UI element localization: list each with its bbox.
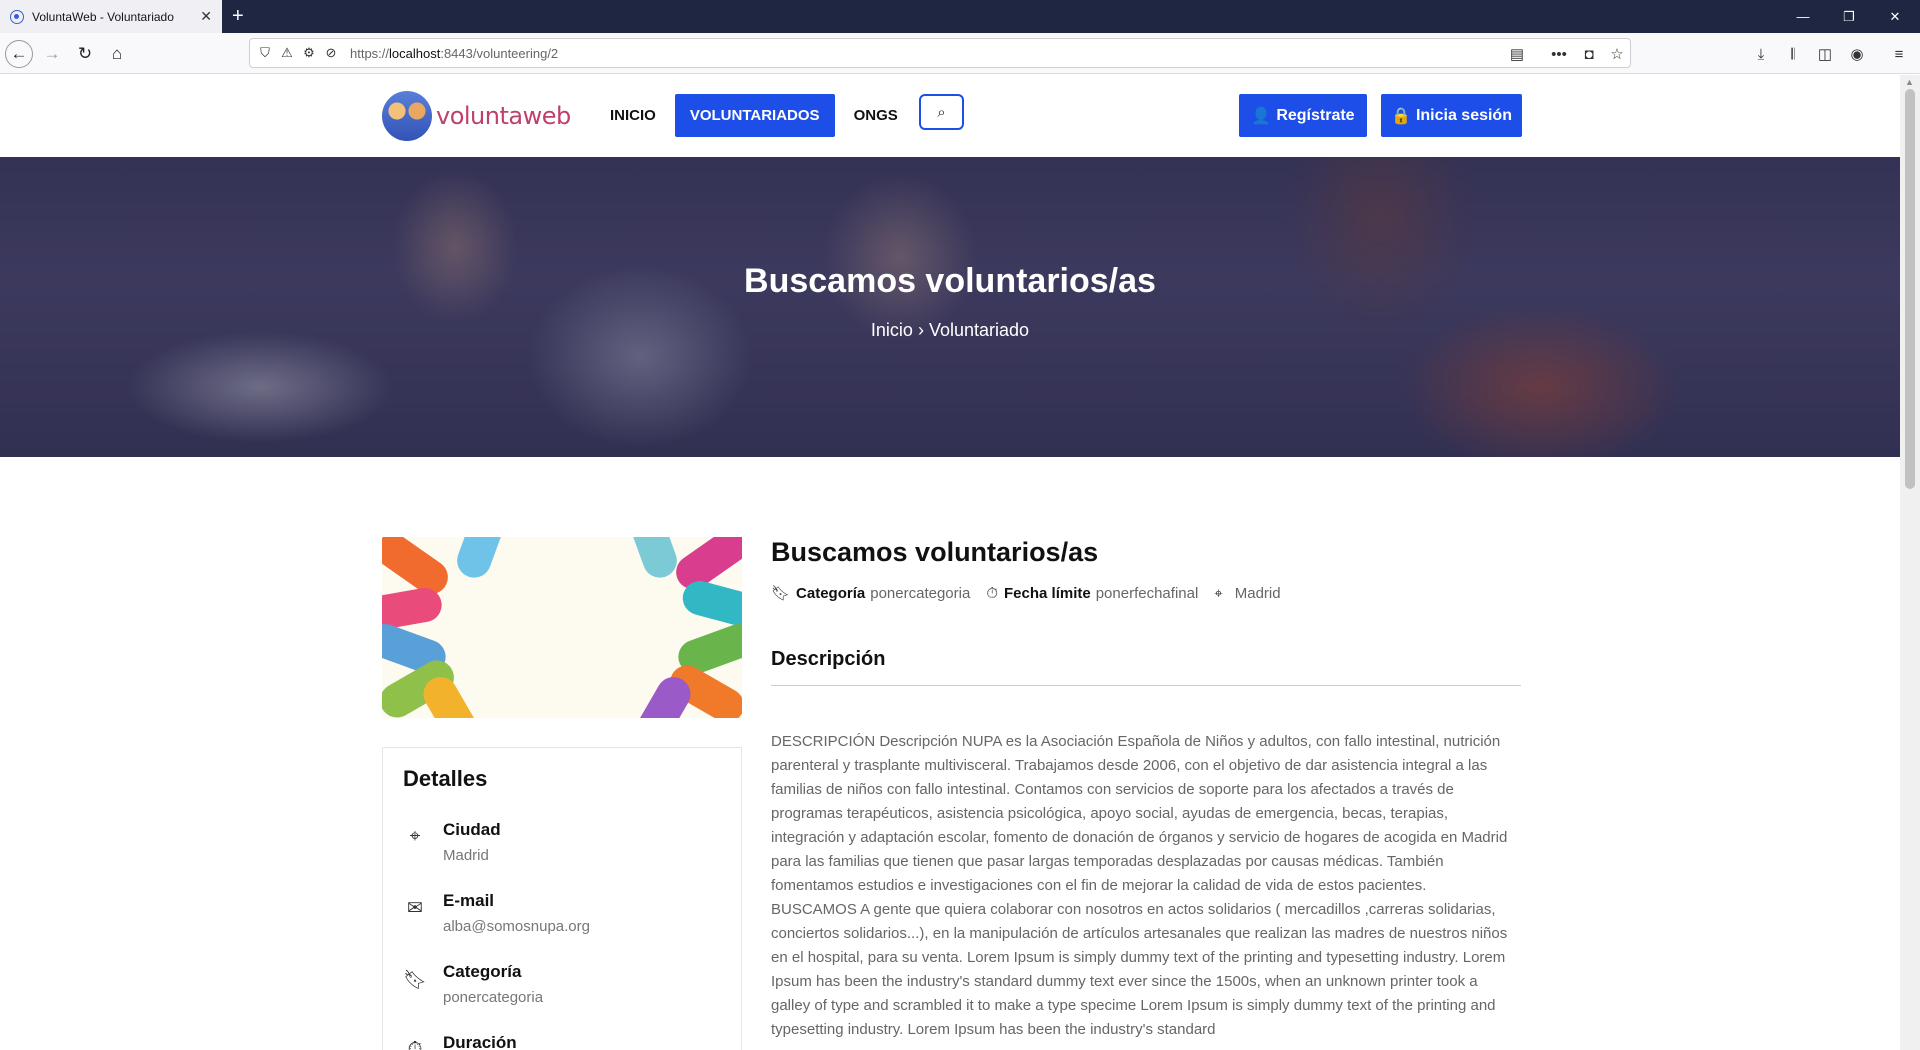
tracking-off-icon[interactable]: ⊘ — [320, 45, 342, 61]
reload-icon: ↻ — [77, 44, 93, 63]
breadcrumb-separator: › — [917, 320, 924, 340]
logo-faces-icon — [382, 91, 432, 141]
stopwatch-icon: ⏱︎ — [407, 1039, 423, 1050]
detail-label: E-mail — [443, 891, 495, 910]
envelope-icon: ✉ — [407, 898, 423, 919]
details-card: Detalles ⌖ Ciudad Madrid ✉ E-mail alba@s… — [382, 747, 742, 1050]
detail-row-city: ⌖ Ciudad Madrid — [403, 820, 723, 880]
scrollbar-thumb[interactable] — [1905, 89, 1915, 489]
nav-voluntariados[interactable]: VOLUNTARIADOS — [674, 94, 835, 137]
login-label: Inicia sesión — [1415, 106, 1512, 124]
url-prefix: https:// — [350, 45, 390, 61]
map-pin-icon: ⌖ — [1214, 584, 1223, 602]
url-host: localhost — [389, 45, 441, 61]
category-value: ponercategoria — [870, 584, 971, 602]
close-tab-icon[interactable]: ✕ — [200, 8, 212, 25]
arrow-left-icon: ← — [10, 44, 28, 63]
login-button[interactable]: 🔒 Inicia sesión — [1381, 94, 1522, 137]
stopwatch-icon: ⏱︎ — [986, 584, 999, 602]
home-button[interactable]: ⌂ — [102, 39, 132, 69]
detail-value: ponercategoria — [443, 989, 544, 1006]
more-actions-icon[interactable]: ••• — [1544, 39, 1574, 69]
category-label: Categoría — [796, 584, 866, 602]
reader-view-icon[interactable]: ▤ — [1502, 39, 1532, 69]
post-title: Buscamos voluntarios/as — [771, 537, 1099, 567]
arrow-right-icon: → — [43, 44, 61, 63]
volunteering-image — [382, 537, 742, 718]
detail-row-category: 🔖︎ Categoría ponercategoria — [403, 962, 723, 1022]
url-path: :8443/volunteering/2 — [440, 45, 559, 61]
minimize-window-button[interactable]: — — [1780, 0, 1826, 33]
close-window-button[interactable]: ✕ — [1872, 0, 1918, 33]
search-button[interactable]: ⌕ — [919, 94, 964, 130]
register-label: Regístrate — [1276, 106, 1355, 124]
description-heading: Descripción — [771, 648, 1521, 686]
menu-icon[interactable]: ≡ — [1884, 39, 1914, 69]
browser-tab-strip: VoluntaWeb - Voluntariado ✕ + — ❐ ✕ — [0, 0, 1920, 33]
search-icon: ⌕ — [937, 103, 946, 121]
details-heading: Detalles — [403, 766, 488, 791]
restore-window-button[interactable]: ❐ — [1826, 0, 1872, 33]
nav-inicio[interactable]: INICIO — [595, 94, 671, 137]
permissions-icon[interactable]: ⚙ — [298, 45, 320, 61]
scroll-up-icon[interactable]: ▲ — [1905, 77, 1914, 87]
lock-icon: 🔒 — [1391, 107, 1411, 125]
site-favicon-icon — [10, 9, 24, 24]
forward-button[interactable]: → — [37, 39, 67, 69]
warning-lock-icon[interactable]: ⚠ — [276, 45, 298, 61]
breadcrumb-current: Voluntariado — [928, 320, 1030, 340]
detail-value: Madrid — [443, 847, 489, 864]
downloads-icon[interactable]: ⤓ — [1746, 39, 1776, 69]
detail-row-duration: ⏱︎ Duración — [403, 1033, 723, 1050]
shield-icon[interactable]: ⛉ — [254, 45, 276, 61]
register-button[interactable]: 👤 Regístrate — [1239, 94, 1367, 137]
detail-value: alba@somosnupa.org — [443, 918, 590, 935]
back-button[interactable]: ← — [5, 40, 33, 68]
detail-label: Categoría — [443, 962, 522, 981]
browser-toolbar: ← → ↻ ⌂ ⛉ ⚠ ⚙ ⊘ https://localhost:8443/v… — [0, 33, 1920, 74]
account-icon[interactable]: ◉ — [1842, 39, 1872, 69]
city-value: Madrid — [1234, 584, 1281, 602]
detail-row-email: ✉ E-mail alba@somosnupa.org — [403, 891, 723, 951]
site-header: voluntaweb INICIO VOLUNTARIADOS ONGS ⌕ 👤… — [0, 75, 1900, 157]
browser-tab-active[interactable]: VoluntaWeb - Voluntariado ✕ — [0, 0, 222, 33]
new-tab-button[interactable]: + — [232, 4, 244, 28]
post-content: Buscamos voluntarios/as 🔖︎ Categoría pon… — [771, 537, 1521, 1042]
hero-banner: Buscamos voluntarios/as Inicio › Volunta… — [0, 157, 1900, 457]
sidebar-icon[interactable]: ◫ — [1810, 39, 1840, 69]
address-bar[interactable]: ⛉ ⚠ ⚙ ⊘ https://localhost:8443/volunteer… — [249, 38, 1631, 68]
site-logo[interactable]: voluntaweb — [382, 91, 571, 141]
detail-label: Ciudad — [443, 820, 501, 839]
logo-text: voluntaweb — [436, 102, 571, 130]
main-nav: INICIO VOLUNTARIADOS ONGS — [595, 94, 913, 137]
library-icon[interactable]: 𝄃 — [1778, 39, 1808, 69]
hero-title: Buscamos voluntarios/as — [744, 262, 1156, 300]
url-text[interactable]: https://localhost:8443/volunteering/2 — [350, 46, 558, 61]
deadline-value: ponerfechafinal — [1095, 584, 1199, 602]
description-text: DESCRIPCIÓN Descripción NUPA es la Asoci… — [771, 733, 1508, 1038]
web-page: voluntaweb INICIO VOLUNTARIADOS ONGS ⌕ 👤… — [0, 75, 1900, 1050]
reload-button[interactable]: ↻ — [70, 39, 100, 69]
tab-title: VoluntaWeb - Voluntariado — [32, 9, 174, 24]
bookmark-icon: 🔖︎ — [771, 585, 791, 602]
breadcrumb-home[interactable]: Inicio — [871, 320, 913, 340]
user-icon: 👤 — [1251, 107, 1272, 125]
breadcrumb: Inicio › Voluntariado — [0, 320, 1900, 341]
map-pin-icon: ⌖ — [409, 826, 421, 847]
pocket-icon[interactable]: ◘ — [1574, 39, 1604, 69]
page-scrollbar[interactable]: ▲ — [1900, 75, 1920, 1050]
deadline-label: Fecha límite — [1004, 584, 1091, 602]
bookmark-star-icon[interactable]: ☆ — [1602, 39, 1632, 69]
detail-label: Duración — [443, 1033, 517, 1050]
nav-ongs[interactable]: ONGS — [839, 94, 913, 137]
home-icon: ⌂ — [111, 44, 123, 63]
post-meta: 🔖︎ Categoría ponercategoria ⏱︎ Fecha lím… — [771, 584, 1521, 603]
bookmark-icon: 🔖︎ — [403, 970, 428, 991]
